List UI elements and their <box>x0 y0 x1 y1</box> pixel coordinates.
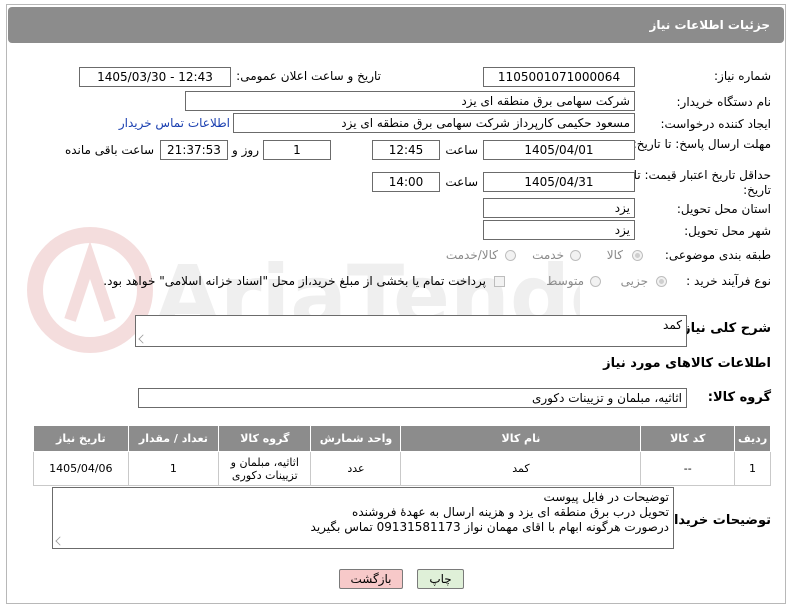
table-row: 1405/04/06 1 اثاثیه، مبلمان و تزیینات دک… <box>33 451 771 486</box>
payment-note: پرداخت تمام یا بخشی از مبلغ خرید،از محل … <box>103 274 486 288</box>
days-word: روز و <box>232 143 259 157</box>
price-time-word: ساعت <box>445 175 478 189</box>
category-radio-goods[interactable] <box>632 250 643 261</box>
goods-table: تاریخ نیاز تعداد / مقدار گروه کالا واحد … <box>33 425 771 486</box>
announce-field: 1405/03/30 - 12:43 <box>79 67 231 87</box>
category-option-service: خدمت <box>532 248 564 262</box>
print-button[interactable]: چاپ <box>417 569 464 589</box>
cell-need-date: 1405/04/06 <box>33 451 129 486</box>
remaining-word: ساعت باقی مانده <box>64 143 154 157</box>
price-time-field: 14:00 <box>372 172 440 192</box>
cell-name: کمد <box>400 451 642 486</box>
cell-unit: عدد <box>310 451 402 486</box>
announce-label: تاریخ و ساعت اعلان عمومی: <box>236 69 381 83</box>
summary-field[interactable]: کمد <box>135 315 687 347</box>
back-button[interactable]: بازگشت <box>339 569 403 589</box>
col-unit: واحد شمارش <box>310 425 402 452</box>
reply-time-word: ساعت <box>445 143 478 157</box>
city-field: یزد <box>483 220 635 240</box>
remaining-time-field: 21:37:53 <box>160 140 228 160</box>
goods-section-title: اطلاعات کالاهای مورد نیاز <box>603 356 771 371</box>
page-header: جزئیات اطلاعات نیاز <box>8 7 784 43</box>
cell-row: 1 <box>734 451 771 486</box>
province-field: یزد <box>483 198 635 218</box>
price-date-field: 1405/04/31 <box>483 172 635 192</box>
buyer-notes-line: تحویل درب برق منطقه ای یزد و هزینه ارسال… <box>352 505 669 519</box>
buyer-org-label: نام دستگاه خریدار: <box>676 95 772 109</box>
buyer-notes-line: درصورت هرگونه ابهام با اقای مهمان نواز 0… <box>310 520 669 534</box>
need-number-label: شماره نیاز: <box>714 69 771 83</box>
price-deadline-label: حداقل تاریخ اعتبار قیمت: تا تاریخ: <box>633 168 771 197</box>
buyer-notes-field[interactable]: توضیحات در فایل پیوست تحویل درب برق منطق… <box>52 487 674 549</box>
summary-text: کمد <box>663 318 682 332</box>
buyer-notes-line: توضیحات در فایل پیوست <box>543 490 669 504</box>
category-radio-service[interactable] <box>570 250 581 261</box>
need-number-field: 1105001071000064 <box>483 67 635 87</box>
purchase-radio-medium[interactable] <box>590 276 601 287</box>
buyer-org-field: شرکت سهامی برق منطقه ای یزد <box>185 91 635 111</box>
col-quantity: تعداد / مقدار <box>127 425 220 452</box>
resize-handle-icon[interactable] <box>55 536 65 546</box>
resize-handle-icon[interactable] <box>138 334 148 344</box>
cell-group: اثاثیه، مبلمان و تزیینات دکوری <box>218 451 312 486</box>
category-label: طبقه بندی موضوعی: <box>664 248 771 262</box>
col-code: کد کالا <box>640 425 736 452</box>
col-need-date: تاریخ نیاز <box>33 425 129 452</box>
goods-group-field: اثاثیه، مبلمان و تزیینات دکوری <box>138 388 687 408</box>
city-label: شهر محل تحویل: <box>684 224 771 238</box>
page-title: جزئیات اطلاعات نیاز <box>649 18 770 32</box>
purchase-option-minor: جزیی <box>620 274 648 288</box>
creator-field: مسعود حکیمی کارپرداز شرکت سهامی برق منطق… <box>233 113 635 133</box>
buyer-contact-link[interactable]: اطلاعات تماس خریدار <box>119 116 230 130</box>
goods-group-label: گروه کالا: <box>707 390 771 405</box>
purchase-option-medium: متوسط <box>546 274 584 288</box>
goods-table-header: تاریخ نیاز تعداد / مقدار گروه کالا واحد … <box>33 425 771 452</box>
payment-checkbox[interactable] <box>494 276 505 287</box>
col-group: گروه کالا <box>218 425 312 452</box>
purchase-radio-minor[interactable] <box>656 276 667 287</box>
cell-code: -- <box>640 451 736 486</box>
category-option-both: کالا/خدمت <box>445 248 498 262</box>
province-label: استان محل تحویل: <box>676 202 771 216</box>
reply-date-field: 1405/04/01 <box>483 140 635 160</box>
reply-deadline-label: مهلت ارسال پاسخ: تا تاریخ: <box>632 137 771 151</box>
summary-label: شرح کلی نیاز: <box>677 321 771 336</box>
creator-label: ایجاد کننده درخواست: <box>660 117 771 131</box>
cell-quantity: 1 <box>127 451 220 486</box>
col-name: نام کالا <box>400 425 642 452</box>
buyer-notes-label: توضیحات خریدار: <box>661 513 771 528</box>
category-option-goods: کالا <box>606 248 623 262</box>
days-field: 1 <box>263 140 331 160</box>
purchase-type-label: نوع فرآیند خرید : <box>686 274 771 288</box>
reply-time-field: 12:45 <box>372 140 440 160</box>
category-radio-both[interactable] <box>505 250 516 261</box>
col-row: ردیف <box>734 425 771 452</box>
